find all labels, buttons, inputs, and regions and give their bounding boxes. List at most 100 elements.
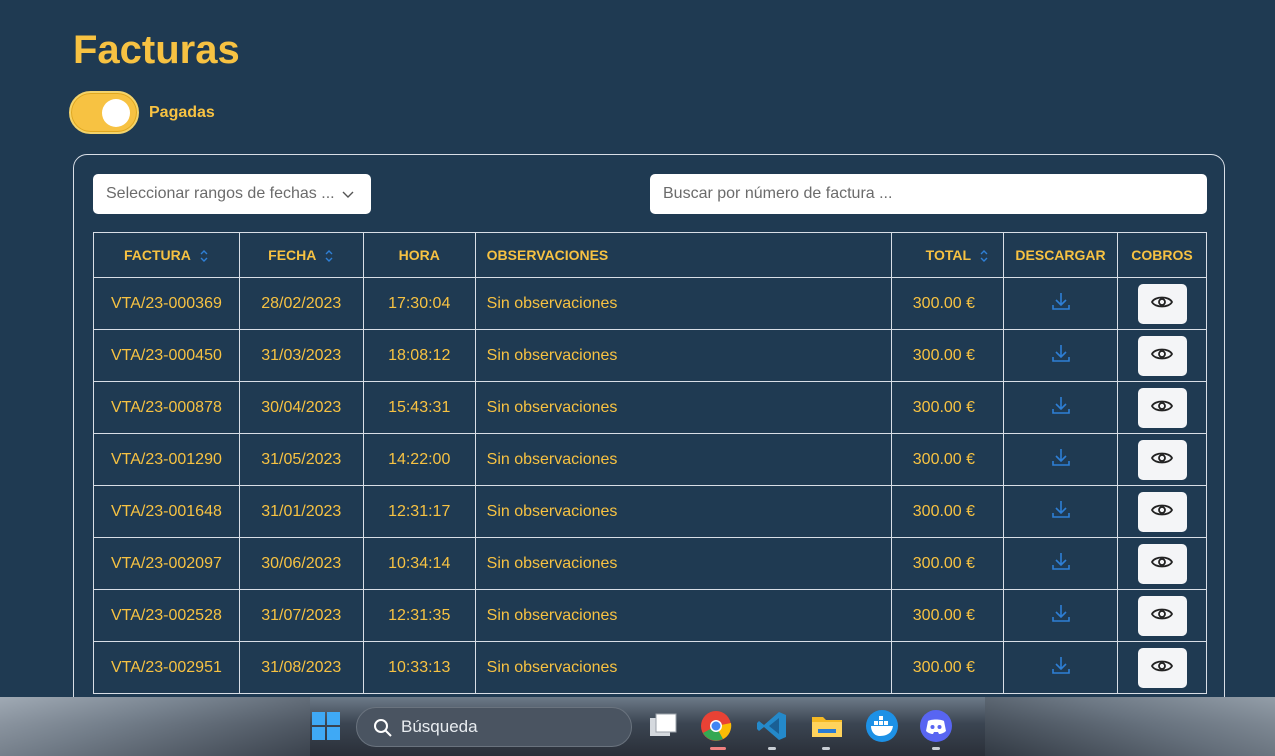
eye-icon <box>1150 346 1174 365</box>
view-payments-button[interactable] <box>1137 283 1187 324</box>
paid-toggle-label: Pagadas <box>149 103 215 121</box>
table-row: VTA/23-002951 31/08/2023 10:33:13 Sin obser… <box>93 641 1207 694</box>
payments-cell <box>1117 537 1207 590</box>
discord-indicator <box>932 747 940 750</box>
invoice-observations: Sin observaciones <box>474 485 893 538</box>
download-icon[interactable] <box>1051 345 1071 367</box>
payments-cell <box>1117 589 1207 642</box>
invoice-total: 300.00 € <box>891 485 1005 538</box>
col-observaciones: OBSERVACIONES <box>474 232 893 278</box>
download-cell <box>1003 537 1118 590</box>
eye-icon <box>1150 398 1174 417</box>
eye-icon <box>1150 502 1174 521</box>
view-payments-button[interactable] <box>1137 439 1187 480</box>
payments-cell <box>1117 641 1207 694</box>
paid-toggle[interactable] <box>69 91 139 134</box>
table-row: VTA/23-002097 30/06/2023 10:34:14 Sin obser… <box>93 537 1207 590</box>
chrome-icon[interactable] <box>699 709 733 743</box>
invoice-observations: Sin observaciones <box>474 537 893 590</box>
invoice-time: 10:34:14 <box>362 537 476 590</box>
table-body: VTA/23-000369 28/02/2023 17:30:04 Sin obser… <box>93 277 1207 694</box>
download-cell <box>1003 641 1118 694</box>
invoice-time: 14:22:00 <box>362 433 476 486</box>
task-view-icon[interactable] <box>646 709 680 743</box>
taskbar-search[interactable]: Búsqueda <box>356 707 632 747</box>
invoice-total: 300.00 € <box>891 433 1005 486</box>
payments-cell <box>1117 485 1207 538</box>
wallpaper-rock-right <box>985 697 1275 756</box>
invoice-time: 18:08:12 <box>362 329 476 382</box>
invoice-time: 10:33:13 <box>362 641 476 694</box>
invoice-observations: Sin observaciones <box>474 433 893 486</box>
vscode-icon[interactable] <box>755 709 789 743</box>
invoice-time: 12:31:35 <box>362 589 476 642</box>
invoice-date: 31/07/2023 <box>238 589 364 642</box>
invoice-time: 17:30:04 <box>362 277 476 330</box>
sort-icon <box>200 250 208 263</box>
invoice-total: 300.00 € <box>891 589 1005 642</box>
discord-icon[interactable] <box>919 709 953 743</box>
download-cell <box>1003 589 1118 642</box>
col-total[interactable]: TOTAL <box>891 232 1005 278</box>
invoice-date: 31/03/2023 <box>238 329 364 382</box>
docker-icon[interactable] <box>865 709 899 743</box>
file-explorer-icon[interactable] <box>810 709 844 743</box>
table-row: VTA/23-000369 28/02/2023 17:30:04 Sin obser… <box>93 277 1207 330</box>
chrome-active-indicator <box>710 747 726 750</box>
payments-cell <box>1117 277 1207 330</box>
chevron-down-icon <box>342 191 354 198</box>
download-icon[interactable] <box>1051 657 1071 679</box>
invoice-date: 28/02/2023 <box>238 277 364 330</box>
download-icon[interactable] <box>1051 397 1071 419</box>
table-row: VTA/23-001290 31/05/2023 14:22:00 Sin obser… <box>93 433 1207 486</box>
download-icon[interactable] <box>1051 605 1071 627</box>
invoice-total: 300.00 € <box>891 537 1005 590</box>
eye-icon <box>1150 450 1174 469</box>
invoice-total: 300.00 € <box>891 641 1005 694</box>
invoice-search-input[interactable] <box>650 174 1207 214</box>
download-cell <box>1003 433 1118 486</box>
table-row: VTA/23-000450 31/03/2023 18:08:12 Sin obser… <box>93 329 1207 382</box>
payments-cell <box>1117 433 1207 486</box>
download-icon[interactable] <box>1051 501 1071 523</box>
search-icon <box>374 719 392 737</box>
download-cell <box>1003 277 1118 330</box>
windows-start-icon[interactable] <box>311 711 341 741</box>
page-title: Facturas <box>73 28 240 72</box>
invoice-number: VTA/23-002097 <box>93 537 240 590</box>
sort-icon <box>980 250 988 263</box>
invoice-observations: Sin observaciones <box>474 641 893 694</box>
invoice-number: VTA/23-002528 <box>93 589 240 642</box>
view-payments-button[interactable] <box>1137 543 1187 584</box>
payments-cell <box>1117 381 1207 434</box>
view-payments-button[interactable] <box>1137 387 1187 428</box>
invoice-number: VTA/23-002951 <box>93 641 240 694</box>
date-range-placeholder: Seleccionar rangos de fechas ... <box>106 185 335 202</box>
invoice-observations: Sin observaciones <box>474 381 893 434</box>
windows-taskbar: Búsqueda <box>0 697 1275 756</box>
wallpaper-rock-left <box>0 697 310 756</box>
view-payments-button[interactable] <box>1137 335 1187 376</box>
invoices-panel: Seleccionar rangos de fechas ... FACTURA… <box>73 154 1225 714</box>
col-descargar: DESCARGAR <box>1003 232 1118 278</box>
table-row: VTA/23-002528 31/07/2023 12:31:35 Sin obser… <box>93 589 1207 642</box>
download-icon[interactable] <box>1051 293 1071 315</box>
invoice-time: 15:43:31 <box>362 381 476 434</box>
view-payments-button[interactable] <box>1137 647 1187 688</box>
invoice-observations: Sin observaciones <box>474 589 893 642</box>
view-payments-button[interactable] <box>1137 491 1187 532</box>
paid-toggle-group: Pagadas <box>69 91 215 134</box>
invoice-date: 31/08/2023 <box>238 641 364 694</box>
invoice-total: 300.00 € <box>891 329 1005 382</box>
taskbar-search-label: Búsqueda <box>401 717 478 736</box>
date-range-select[interactable]: Seleccionar rangos de fechas ... <box>93 174 371 214</box>
download-icon[interactable] <box>1051 553 1071 575</box>
eye-icon <box>1150 658 1174 677</box>
view-payments-button[interactable] <box>1137 595 1187 636</box>
col-fecha[interactable]: FECHA <box>238 232 364 278</box>
invoice-total: 300.00 € <box>891 277 1005 330</box>
col-factura[interactable]: FACTURA <box>93 232 240 278</box>
table-row: VTA/23-000878 30/04/2023 15:43:31 Sin obser… <box>93 381 1207 434</box>
invoice-number: VTA/23-001290 <box>93 433 240 486</box>
download-icon[interactable] <box>1051 449 1071 471</box>
